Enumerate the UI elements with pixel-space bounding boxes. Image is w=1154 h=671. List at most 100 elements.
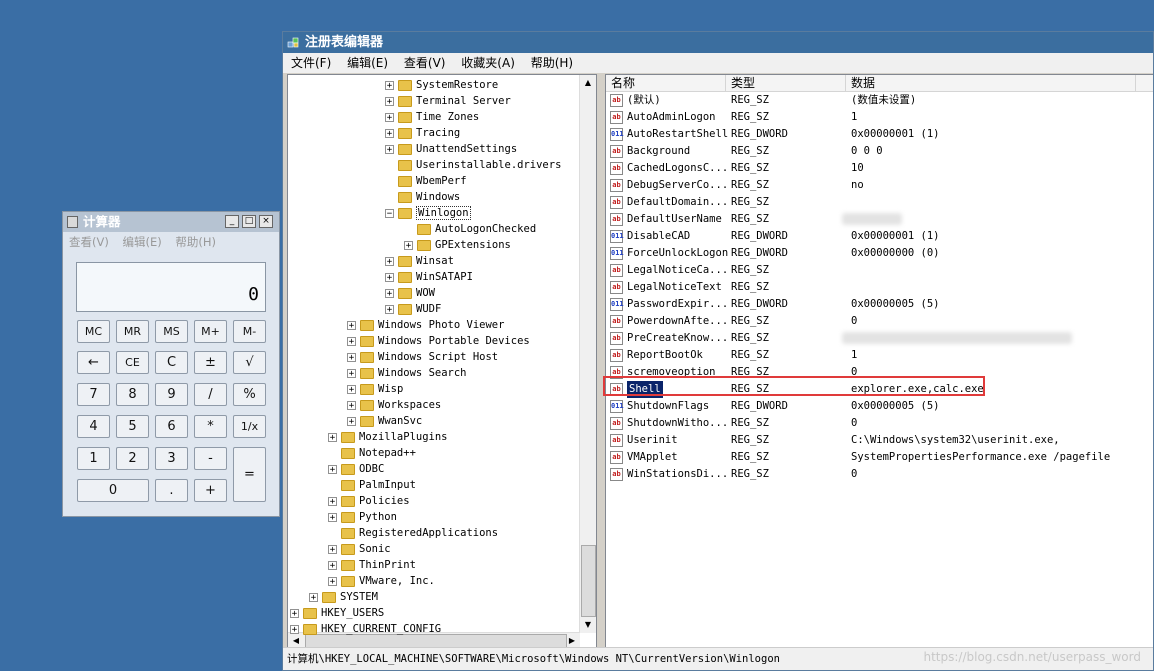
value-row[interactable]: ab PreCreateKnow... REG_SZ bbox=[606, 330, 1153, 347]
expand-icon[interactable]: + bbox=[385, 80, 394, 90]
tree-item[interactable]: AutoLogonChecked bbox=[404, 221, 536, 237]
value-row[interactable]: ab CachedLogonsC... REG_SZ 10 bbox=[606, 160, 1153, 177]
tree-item[interactable]: + ODBC bbox=[328, 461, 384, 477]
tree-item[interactable]: + SYSTEM bbox=[309, 589, 378, 605]
calc-button[interactable]: MR bbox=[116, 320, 149, 343]
value-row[interactable]: ab Userinit REG_SZ C:\Windows\system32\user… bbox=[606, 432, 1153, 449]
calculator-title-bar[interactable]: 计算器 _ □ × bbox=[63, 212, 279, 232]
value-row[interactable]: 011 PasswordExpir... REG_DWORD 0x00000005 (… bbox=[606, 296, 1153, 313]
tree-item[interactable]: + Windows Photo Viewer bbox=[347, 317, 504, 333]
calc-button[interactable]: 5 bbox=[116, 415, 149, 438]
expand-icon[interactable]: + bbox=[328, 576, 337, 586]
registry-key-tree[interactable]: ▲ ▼ ◀ ▶ + SystemRestore + Terminal Server + T… bbox=[287, 74, 597, 650]
value-row[interactable]: ab DefaultUserName REG_SZ bbox=[606, 211, 1153, 228]
calc-button[interactable]: 8 bbox=[116, 383, 149, 406]
tree-item[interactable]: + UnattendSettings bbox=[385, 141, 517, 157]
tree-item[interactable]: + Policies bbox=[328, 493, 410, 509]
value-row[interactable]: 011 DisableCAD REG_DWORD 0x00000001 (1) bbox=[606, 228, 1153, 245]
expand-icon[interactable]: + bbox=[347, 400, 356, 410]
tree-item[interactable]: RegisteredApplications bbox=[328, 525, 498, 541]
tree-item[interactable]: + WinSATAPI bbox=[385, 269, 473, 285]
calc-button[interactable]: ± bbox=[194, 351, 227, 374]
menu-help[interactable]: 帮助(H) bbox=[531, 53, 573, 73]
calc-button[interactable]: ← bbox=[77, 351, 110, 374]
calc-button[interactable]: + bbox=[194, 479, 227, 502]
tree-item[interactable]: − Winlogon bbox=[385, 205, 471, 221]
expand-icon[interactable]: + bbox=[347, 336, 356, 346]
value-row[interactable]: ab LegalNoticeText REG_SZ bbox=[606, 279, 1153, 296]
menu-favorites[interactable]: 收藏夹(A) bbox=[461, 53, 515, 73]
minimize-icon[interactable]: _ bbox=[225, 215, 239, 228]
value-row[interactable]: ab Background REG_SZ 0 0 0 bbox=[606, 143, 1153, 160]
calc-button[interactable]: 1 bbox=[77, 447, 110, 470]
column-data[interactable]: 数据 bbox=[846, 75, 1136, 91]
expand-icon[interactable]: + bbox=[309, 592, 318, 602]
value-row[interactable]: ab DebugServerCo... REG_SZ no bbox=[606, 177, 1153, 194]
tree-item[interactable]: + Workspaces bbox=[347, 397, 441, 413]
expand-icon[interactable]: + bbox=[290, 624, 299, 634]
menu-edit[interactable]: 编辑(E) bbox=[347, 53, 388, 73]
expand-icon[interactable]: + bbox=[385, 256, 394, 266]
tree-item[interactable]: + Wisp bbox=[347, 381, 403, 397]
value-row[interactable]: ab (默认) REG_SZ (数值未设置) bbox=[606, 92, 1153, 109]
tree-item[interactable]: + HKEY_USERS bbox=[290, 605, 384, 621]
column-type[interactable]: 类型 bbox=[726, 75, 846, 91]
expand-icon[interactable]: + bbox=[385, 96, 394, 106]
scroll-down-arrow-icon[interactable]: ▼ bbox=[580, 617, 596, 633]
registry-title-bar[interactable]: 注册表编辑器 bbox=[283, 32, 1153, 53]
expand-icon[interactable]: + bbox=[347, 384, 356, 394]
calc-button[interactable]: 7 bbox=[77, 383, 110, 406]
calc-button[interactable]: . bbox=[155, 479, 188, 502]
expand-icon[interactable]: + bbox=[328, 544, 337, 554]
tree-vertical-scrollbar[interactable]: ▲ ▼ bbox=[579, 75, 596, 633]
value-row[interactable]: ab AutoAdminLogon REG_SZ 1 bbox=[606, 109, 1153, 126]
calc-button[interactable]: 0 bbox=[77, 479, 149, 502]
expand-icon[interactable]: + bbox=[385, 144, 394, 154]
tree-item[interactable]: + Windows Portable Devices bbox=[347, 333, 530, 349]
column-name[interactable]: 名称 bbox=[606, 75, 726, 91]
calc-button[interactable]: MS bbox=[155, 320, 188, 343]
tree-item[interactable]: + ThinPrint bbox=[328, 557, 416, 573]
expand-icon[interactable]: + bbox=[404, 240, 413, 250]
value-row[interactable]: ab LegalNoticeCa... REG_SZ bbox=[606, 262, 1153, 279]
value-row[interactable]: ab DefaultDomain... REG_SZ bbox=[606, 194, 1153, 211]
expand-icon[interactable]: + bbox=[347, 368, 356, 378]
tree-item[interactable]: + Tracing bbox=[385, 125, 460, 141]
calc-button[interactable]: 1/x bbox=[233, 415, 266, 438]
tree-item[interactable]: + WUDF bbox=[385, 301, 441, 317]
tree-item[interactable]: + WwanSvc bbox=[347, 413, 422, 429]
tree-item[interactable]: + Terminal Server bbox=[385, 93, 511, 109]
tree-item[interactable]: + Windows Search bbox=[347, 365, 467, 381]
calc-button[interactable]: 4 bbox=[77, 415, 110, 438]
expand-icon[interactable]: + bbox=[347, 352, 356, 362]
calc-button[interactable]: % bbox=[233, 383, 266, 406]
expand-icon[interactable]: + bbox=[328, 496, 337, 506]
expand-icon[interactable]: + bbox=[385, 128, 394, 138]
tree-item[interactable]: + WOW bbox=[385, 285, 435, 301]
tree-item[interactable]: PalmInput bbox=[328, 477, 416, 493]
calc-button[interactable]: 3 bbox=[155, 447, 188, 470]
scroll-up-arrow-icon[interactable]: ▲ bbox=[580, 75, 596, 91]
expand-icon[interactable]: + bbox=[328, 560, 337, 570]
value-row[interactable]: ab ReportBootOk REG_SZ 1 bbox=[606, 347, 1153, 364]
calc-button[interactable]: = bbox=[233, 447, 266, 502]
tree-item[interactable]: + Time Zones bbox=[385, 109, 479, 125]
value-row[interactable]: 011 ShutdownFlags REG_DWORD 0x00000005 (5) bbox=[606, 398, 1153, 415]
tree-item[interactable]: Userinstallable.drivers bbox=[385, 157, 561, 173]
calc-button[interactable]: CE bbox=[116, 351, 149, 374]
value-row[interactable]: ab WinStationsDi... REG_SZ 0 bbox=[606, 466, 1153, 483]
calc-button[interactable]: M- bbox=[233, 320, 266, 343]
calc-button[interactable]: - bbox=[194, 447, 227, 470]
calc-button[interactable]: M+ bbox=[194, 320, 227, 343]
expand-icon[interactable]: + bbox=[328, 464, 337, 474]
calc-button[interactable]: 9 bbox=[155, 383, 188, 406]
tree-item[interactable]: Windows bbox=[385, 189, 460, 205]
maximize-icon[interactable]: □ bbox=[242, 215, 256, 228]
expand-icon[interactable]: + bbox=[385, 288, 394, 298]
registry-values-list[interactable]: 名称 类型 数据 ab (默认) REG_SZ (数值未设置) ab AutoAdminL… bbox=[605, 74, 1153, 650]
tree-item[interactable]: + VMware, Inc. bbox=[328, 573, 435, 589]
tree-item[interactable]: WbemPerf bbox=[385, 173, 467, 189]
value-row[interactable]: 011 ForceUnlockLogon REG_DWORD 0x00000000 (… bbox=[606, 245, 1153, 262]
menu-file[interactable]: 文件(F) bbox=[291, 53, 331, 73]
expand-icon[interactable]: + bbox=[385, 112, 394, 122]
